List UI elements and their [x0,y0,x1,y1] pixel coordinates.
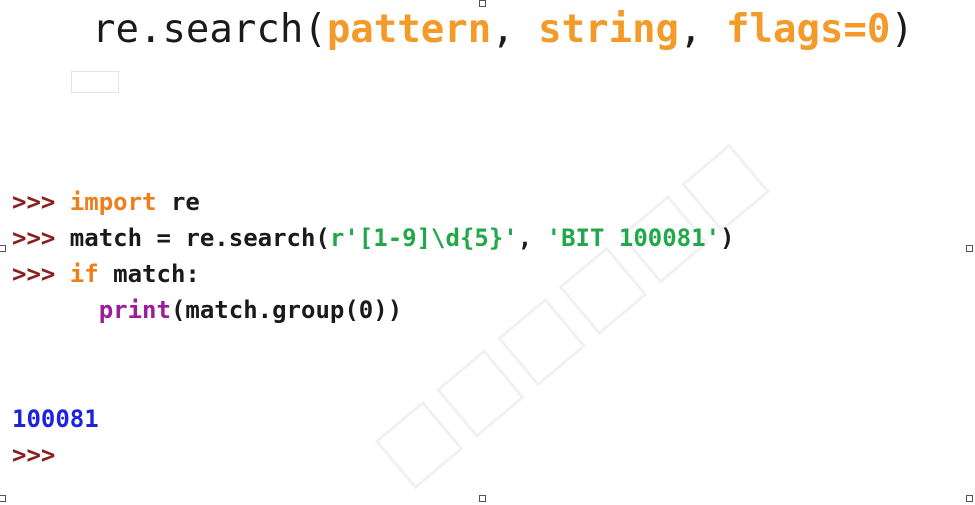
string-literal-pattern: r'[1-9]\d{5}' [329,224,518,252]
image-placeholder [71,71,119,93]
builtin-print: print [98,296,171,324]
resize-handle-bottom[interactable] [479,495,486,502]
signature-param-flags: flags=0 [726,7,891,52]
code-line-4: print(match.group(0)) [12,292,402,328]
prompt: >>> [12,260,70,288]
code-text: ) [720,224,735,252]
resize-handle-bottom-right[interactable] [966,495,973,502]
code-line-3: >>> if match: [12,256,200,292]
output-prompt: >>> [12,441,56,469]
resize-handle-left[interactable] [0,245,6,252]
prompt: >>> [12,188,70,216]
keyword-import: import [69,188,157,216]
slide: re.search(pattern, string, flags=0) >>> … [0,0,975,505]
resize-handle-top[interactable] [479,0,486,7]
signature-sep: , [491,7,539,52]
signature-close: ) [890,7,914,52]
resize-handle-right[interactable] [966,245,973,252]
code-text: match = re.search( [69,224,330,252]
string-literal-input: 'BIT 100081' [546,224,721,252]
prompt: >>> [12,224,70,252]
signature-sep: , [679,7,727,52]
keyword-if: if [69,260,99,288]
function-signature: re.search(pattern, string, flags=0) [92,4,914,56]
resize-handle-bottom-left[interactable] [0,495,6,502]
code-text: (match.group(0)) [170,296,403,324]
signature-param-pattern: pattern [326,7,492,52]
code-text: match: [98,260,200,288]
code-line-1: >>> import re [12,184,200,220]
output-value: 100081 [12,405,99,433]
signature-param-string: string [538,7,680,52]
code-text: re [156,188,200,216]
code-line-2: >>> match = re.search(r'[1-9]\d{5}', 'BI… [12,220,734,256]
signature-func: re.search( [92,7,327,52]
code-text: , [517,224,547,252]
